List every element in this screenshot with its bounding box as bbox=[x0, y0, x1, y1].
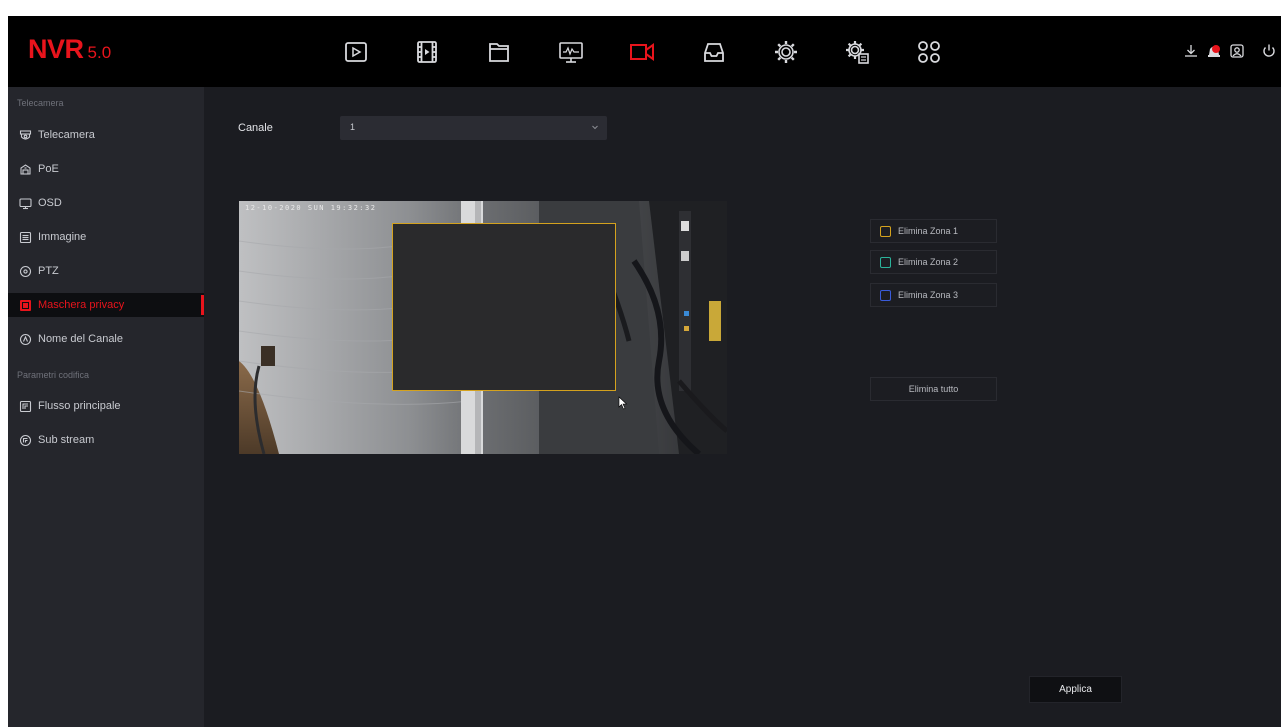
settings-icon[interactable] bbox=[766, 32, 806, 72]
app-logo: NVR 5.0 bbox=[28, 36, 111, 63]
main-content: Canale 1 12-10-2020 SUN 19:32:32 Elimina… bbox=[204, 87, 1281, 727]
files-icon[interactable] bbox=[479, 32, 519, 72]
sidebar-item-sub-stream[interactable]: Sub stream bbox=[8, 428, 204, 452]
playback-icon[interactable] bbox=[336, 32, 376, 72]
sidebar: Telecamera Telecamera PoE OSD Immagine P… bbox=[8, 87, 204, 727]
delete-zone-3-button[interactable]: Elimina Zona 3 bbox=[870, 283, 997, 307]
sidebar-item-label: PTZ bbox=[38, 265, 59, 277]
power-icon[interactable] bbox=[1260, 42, 1280, 62]
delete-zone-1-button[interactable]: Elimina Zona 1 bbox=[870, 219, 997, 243]
chevron-down-icon bbox=[592, 125, 598, 130]
delete-zone-2-button[interactable]: Elimina Zona 2 bbox=[870, 250, 997, 274]
camera-icon[interactable] bbox=[622, 32, 662, 72]
ptz-icon bbox=[18, 264, 32, 278]
delete-all-label: Elimina tutto bbox=[908, 384, 959, 394]
delete-zone-1-label: Elimina Zona 1 bbox=[898, 226, 959, 236]
sidebar-item-label: Maschera privacy bbox=[38, 299, 125, 311]
delete-zone-2-label: Elimina Zona 2 bbox=[898, 257, 959, 267]
sidebar-item-poe[interactable]: PoE bbox=[8, 157, 204, 181]
monitor-icon[interactable] bbox=[551, 32, 591, 72]
sidebar-item-nome-del-canale[interactable]: Nome del Canale bbox=[8, 327, 204, 351]
sidebar-item-label: Immagine bbox=[38, 231, 87, 243]
sidebar-item-label: Flusso principale bbox=[38, 400, 121, 412]
nvr-app: NVR 5.0 Telecamera Telecamera PoE OSD Im… bbox=[8, 16, 1281, 727]
zone-3-color-swatch bbox=[880, 289, 891, 301]
mouse-cursor-icon bbox=[618, 396, 628, 410]
privacy-mask-icon bbox=[18, 298, 32, 312]
osd-timestamp: 12-10-2020 SUN 19:32:32 bbox=[245, 204, 377, 212]
logo-version: 5.0 bbox=[87, 43, 112, 62]
channel-name-icon bbox=[18, 332, 32, 346]
sidebar-item-label: OSD bbox=[38, 197, 62, 209]
download-icon[interactable] bbox=[1182, 42, 1202, 62]
section-title-camera: Telecamera bbox=[17, 98, 64, 108]
sidebar-item-maschera-privacy[interactable]: Maschera privacy bbox=[8, 293, 204, 317]
system-settings-icon[interactable] bbox=[837, 32, 877, 72]
delete-all-button[interactable]: Elimina tutto bbox=[870, 377, 997, 401]
sidebar-item-label: Telecamera bbox=[38, 129, 95, 141]
alarm-icon[interactable] bbox=[1205, 42, 1225, 62]
channel-select-value: 1 bbox=[350, 122, 356, 132]
poe-icon bbox=[18, 162, 32, 176]
logo-text: NVR bbox=[28, 34, 84, 64]
sidebar-item-ptz[interactable]: PTZ bbox=[8, 259, 204, 283]
osd-icon bbox=[18, 196, 32, 210]
sub-stream-icon bbox=[18, 433, 32, 447]
camera-preview[interactable]: 12-10-2020 SUN 19:32:32 bbox=[239, 201, 727, 454]
storage-icon[interactable] bbox=[694, 32, 734, 72]
apps-grid-icon[interactable] bbox=[909, 32, 949, 72]
video-clips-icon[interactable] bbox=[407, 32, 447, 72]
top-bar: NVR 5.0 bbox=[8, 16, 1281, 87]
sidebar-item-telecamera[interactable]: Telecamera bbox=[8, 123, 204, 147]
camera-icon bbox=[18, 128, 32, 142]
zone-1-color-swatch bbox=[880, 225, 891, 237]
sidebar-item-label: PoE bbox=[38, 163, 59, 175]
sidebar-item-label: Nome del Canale bbox=[38, 333, 123, 345]
sidebar-item-osd[interactable]: OSD bbox=[8, 191, 204, 215]
sidebar-item-immagine[interactable]: Immagine bbox=[8, 225, 204, 249]
section-title-encoding: Parametri codifica bbox=[17, 370, 90, 380]
channel-select[interactable]: 1 bbox=[340, 116, 607, 140]
sidebar-item-label: Sub stream bbox=[38, 434, 95, 446]
main-stream-icon bbox=[18, 399, 32, 413]
delete-zone-3-label: Elimina Zona 3 bbox=[898, 290, 959, 300]
channel-label: Canale bbox=[238, 122, 273, 134]
apply-label: Applica bbox=[1059, 684, 1092, 695]
privacy-mask-zone-1[interactable] bbox=[392, 223, 616, 391]
apply-button[interactable]: Applica bbox=[1029, 676, 1122, 703]
sidebar-item-flusso-principale[interactable]: Flusso principale bbox=[8, 394, 204, 418]
zone-2-color-swatch bbox=[880, 256, 891, 268]
image-icon bbox=[18, 230, 32, 244]
user-icon[interactable] bbox=[1228, 42, 1248, 62]
